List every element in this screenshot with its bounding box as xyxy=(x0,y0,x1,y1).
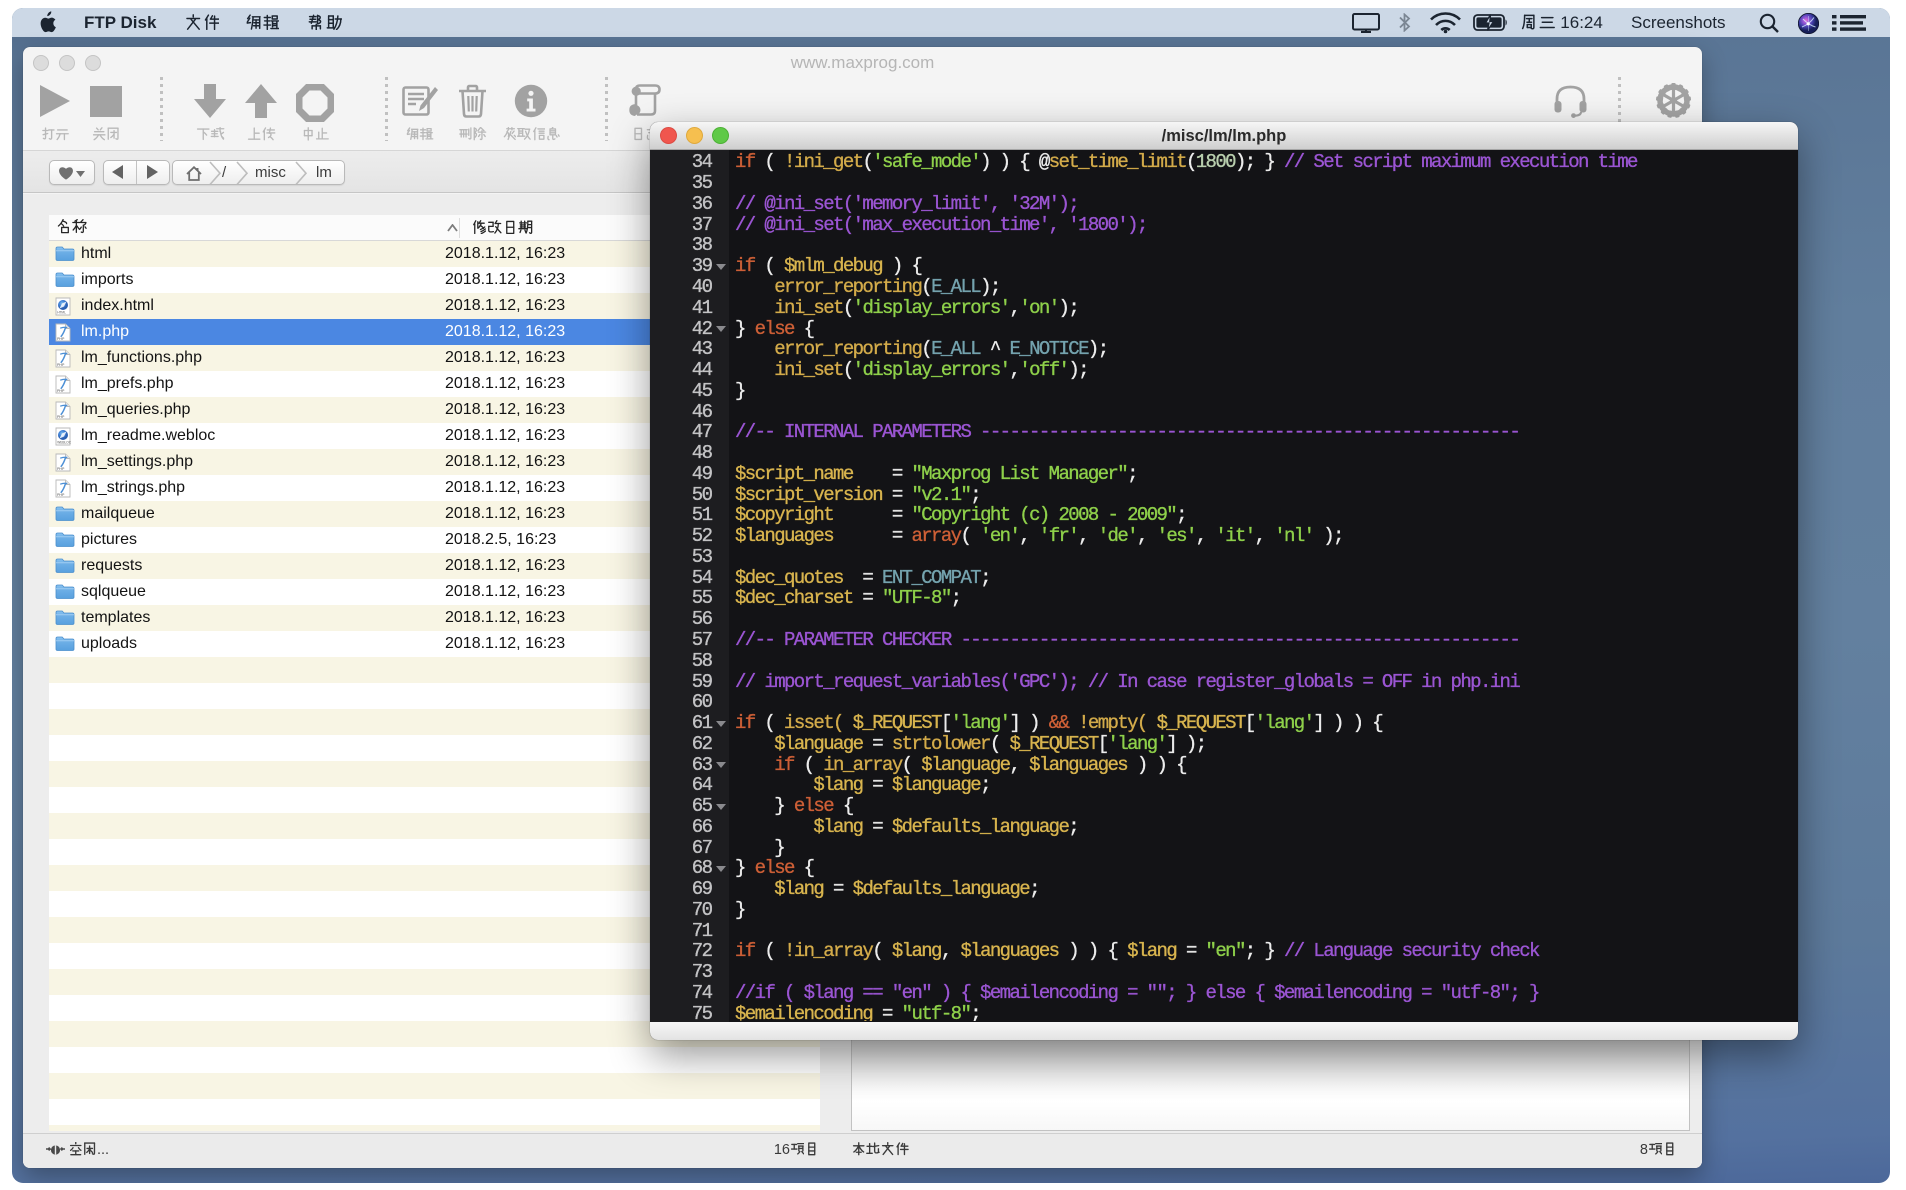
svg-text:WEBLOC: WEBLOC xyxy=(57,440,71,444)
svg-text:PHP: PHP xyxy=(57,492,65,496)
svg-text:PHP: PHP xyxy=(57,388,65,392)
svg-text:PHP: PHP xyxy=(57,466,65,470)
svg-text:PHP: PHP xyxy=(57,336,65,340)
svg-text:HTML: HTML xyxy=(57,310,66,314)
svg-text:PHP: PHP xyxy=(57,362,65,366)
svg-text:PHP: PHP xyxy=(57,414,65,418)
